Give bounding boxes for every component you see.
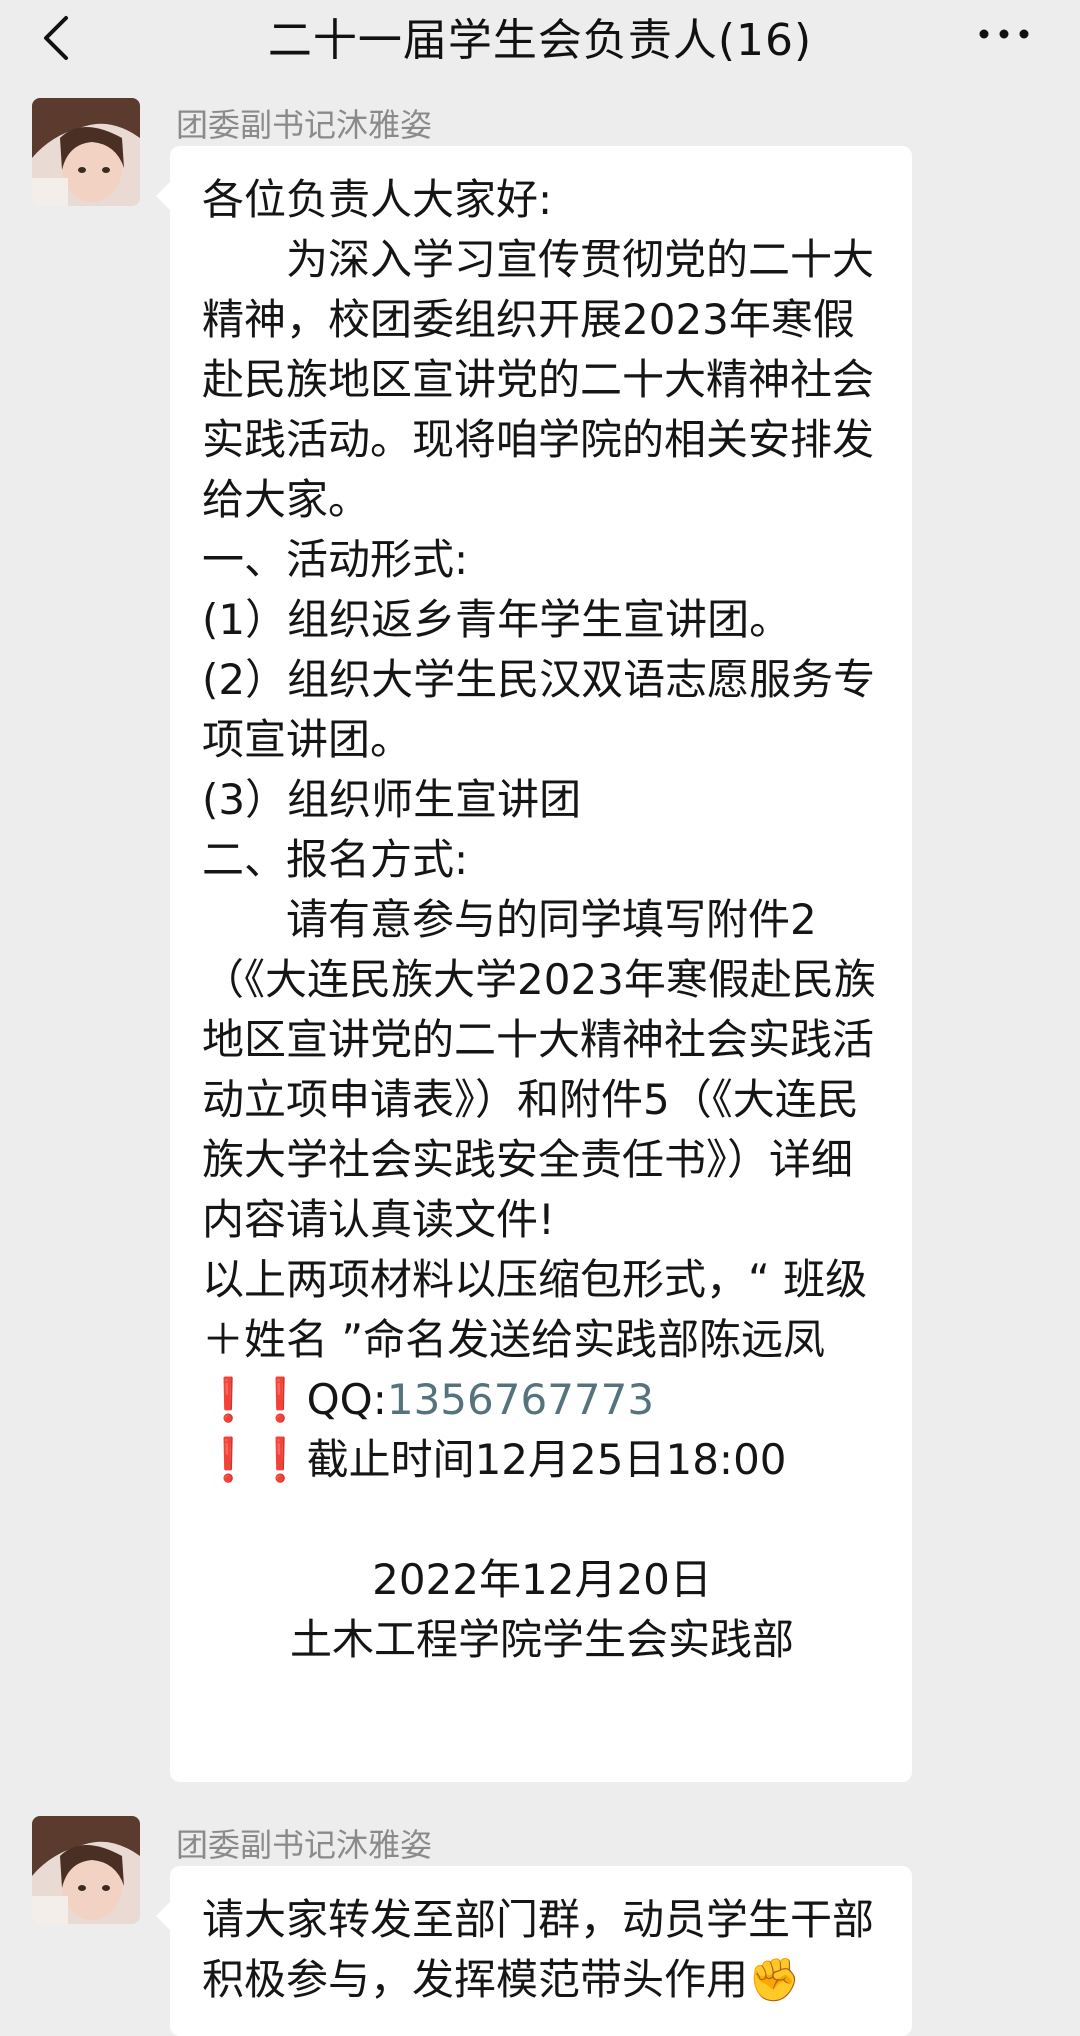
sender-name: 团委副书记沐雅姿 xyxy=(176,1826,433,1864)
signup-instructions: 请有意参与的同学填写附件2（《大连民族大学2023年寒假赴民族地区宣讲党的二十大… xyxy=(202,895,876,1244)
deadline-line: ❗❗截止时间12月25日18:00 xyxy=(202,1435,787,1484)
message-greeting: 各位负责人大家好: xyxy=(202,175,553,224)
ellipsis-icon xyxy=(979,29,1029,39)
avatar-photo xyxy=(32,98,140,206)
message-bubble[interactable]: 各位负责人大家好: 为深入学习宣传贯彻党的二十大精神，校团委组织开展2023年寒… xyxy=(156,146,912,1782)
more-button[interactable] xyxy=(974,14,1034,54)
sender-name: 团委副书记沐雅姿 xyxy=(176,106,433,144)
submit-instructions: 以上两项材料以压缩包形式，“ 班级＋姓名 ”命名发送给实践部陈远凤 xyxy=(202,1255,868,1364)
list-item: (2）组织大学生民汉双语志愿服务专项宣讲团。 xyxy=(202,655,876,764)
avatar[interactable] xyxy=(32,1816,140,1924)
chat-header: 二十一届学生会负责人(16) xyxy=(0,0,1080,76)
message-text: 请大家转发至部门群，动员学生干部积极参与，发挥模范带头作用✊ xyxy=(202,1895,875,2004)
avatar[interactable] xyxy=(32,98,140,206)
qq-line: ❗❗QQ:1356767773 xyxy=(202,1370,882,1430)
list-item: (3）组织师生宣讲团 xyxy=(202,775,582,824)
qq-prefix: ❗❗QQ: xyxy=(202,1375,387,1424)
avatar-photo xyxy=(32,1816,140,1924)
message-intro: 为深入学习宣传贯彻党的二十大精神，校团委组织开展2023年寒假赴民族地区宣讲党的… xyxy=(202,235,875,524)
qq-number-link[interactable]: 1356767773 xyxy=(387,1375,654,1424)
message-signature: 土木工程学院学生会实践部 xyxy=(289,1615,794,1664)
chat-title: 二十一届学生会负责人(16) xyxy=(267,15,813,66)
list-item: (1）组织返乡青年学生宣讲团。 xyxy=(202,595,792,644)
message-date: 2022年12月20日 xyxy=(372,1555,712,1604)
message-bubble[interactable]: 请大家转发至部门群，动员学生干部积极参与，发挥模范带头作用✊ xyxy=(156,1866,912,2036)
section-heading: 二、报名方式: xyxy=(202,835,469,884)
section-heading: 一、活动形式: xyxy=(202,535,469,584)
